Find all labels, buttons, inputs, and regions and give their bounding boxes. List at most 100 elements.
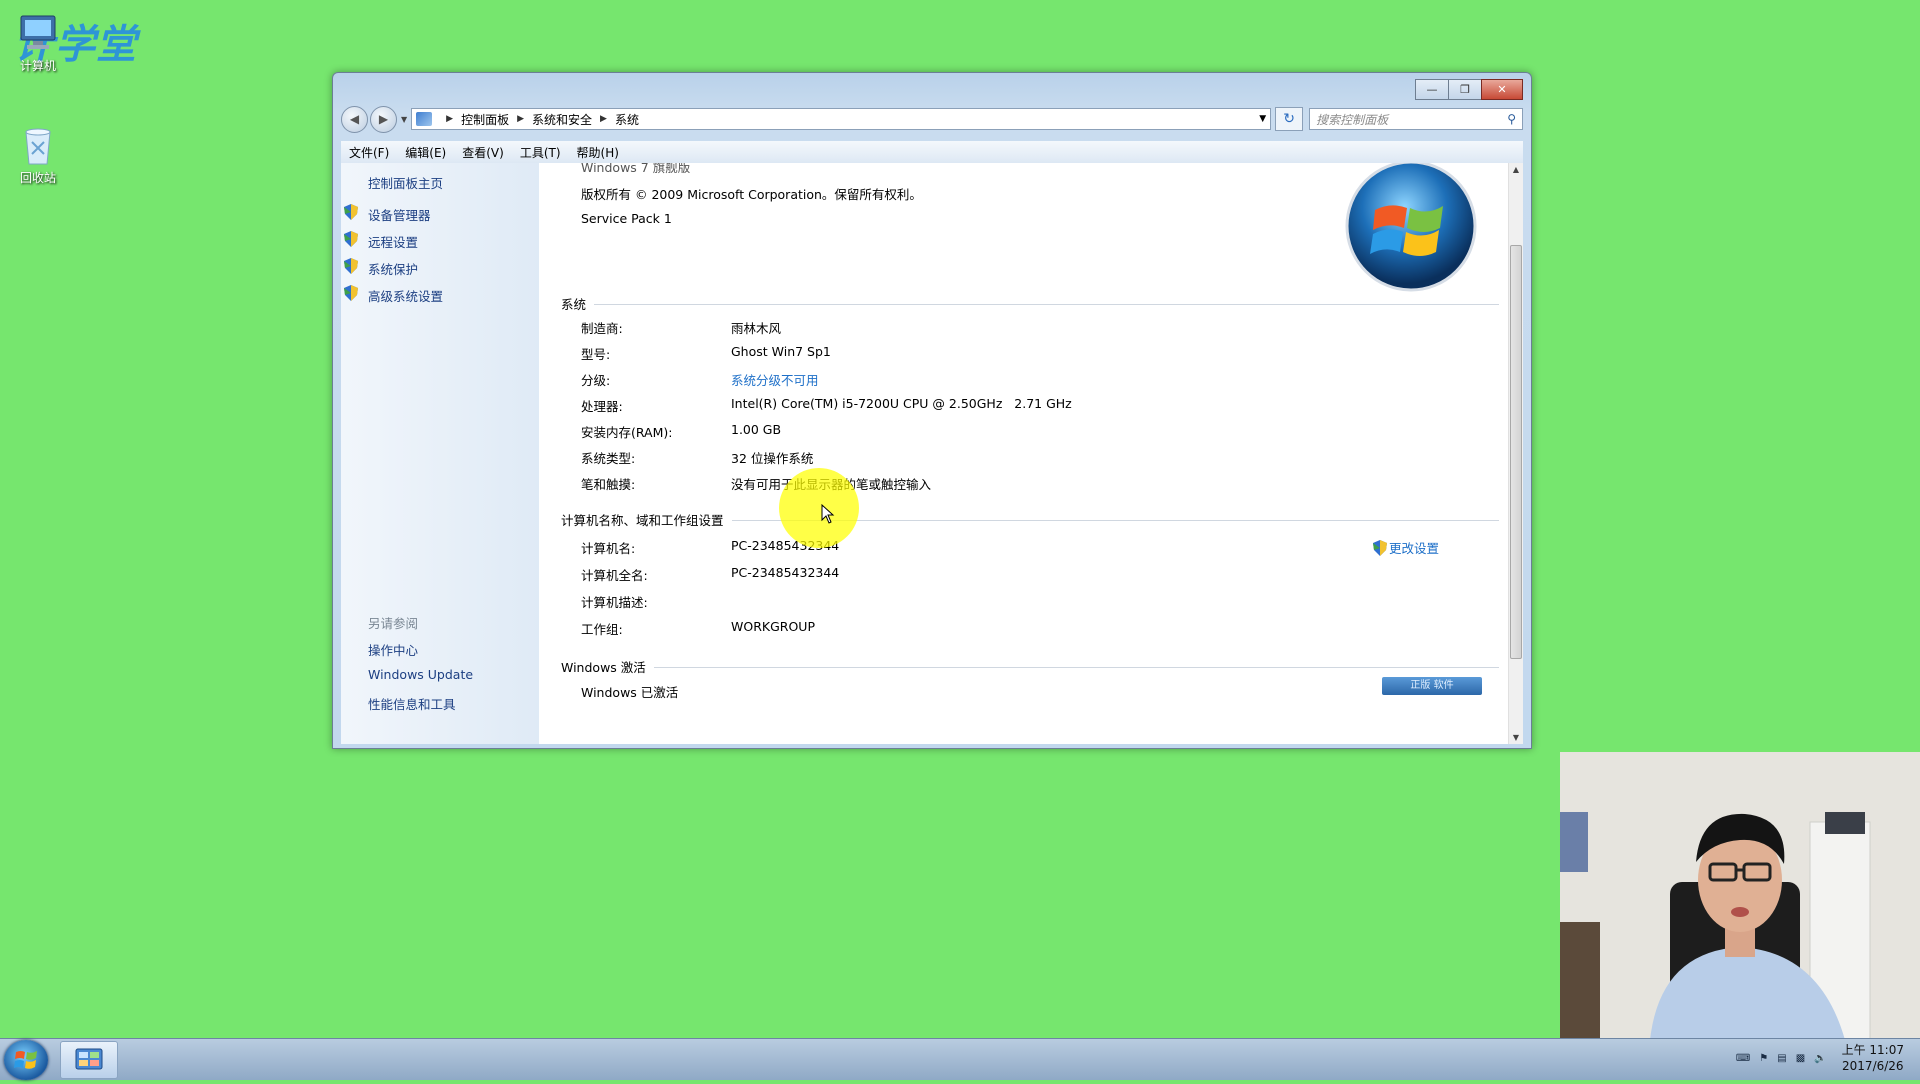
close-button[interactable]: ✕ xyxy=(1481,79,1523,100)
full-computer-name-value: PC-23485432344 xyxy=(731,565,840,580)
system-tray: ⌨ ⚑ ▤ ▩ 🔈 上午 11:07 2017/6/26 xyxy=(1736,1042,1904,1074)
shield-icon xyxy=(344,204,358,220)
volume-icon[interactable]: 🔈 xyxy=(1814,1053,1826,1064)
see-also-heading: 另请参阅 xyxy=(368,616,419,631)
system-type-label: 系统类型: xyxy=(581,451,636,466)
navigation-bar: ◀ ▶ ▼ ▶ 控制面板 ▶ 系统和安全 ▶ 系统 ▼ ↻ 搜索控制面板 ⚲ xyxy=(341,105,1523,133)
shield-icon xyxy=(1373,539,1387,556)
computer-name-label: 计算机名: xyxy=(581,541,636,556)
system-type-value: 32 位操作系统 xyxy=(731,451,814,466)
activation-status: Windows 已激活 xyxy=(581,685,679,700)
system-section-header: 系统 xyxy=(561,294,1499,313)
clock-date: 2017/6/26 xyxy=(1842,1059,1904,1073)
shield-icon xyxy=(344,231,358,247)
refresh-icon: ↻ xyxy=(1283,111,1296,127)
pen-touch-label: 笔和触摸: xyxy=(581,477,636,492)
scroll-down-icon[interactable]: ▼ xyxy=(1509,733,1523,742)
breadcrumb-chevron-icon[interactable]: ▶ xyxy=(600,114,607,124)
maximize-button[interactable]: ❐ xyxy=(1448,79,1482,100)
shield-icon xyxy=(344,258,358,274)
processor-label: 处理器: xyxy=(581,399,623,414)
flag-icon[interactable]: ⚑ xyxy=(1759,1053,1768,1064)
shield-icon xyxy=(344,285,358,301)
breadcrumb-system-security[interactable]: 系统和安全 xyxy=(532,111,592,128)
rating-link[interactable]: 系统分级不可用 xyxy=(731,370,819,389)
system-details-pane: Windows 7 旗舰版 版权所有 © 2009 Microsoft Corp… xyxy=(539,163,1509,744)
system-window: — ❐ ✕ ◀ ▶ ▼ ▶ 控制面板 ▶ 系统和安全 ▶ 系统 ▼ ↻ 搜索控制… xyxy=(332,72,1532,749)
system-protection-link[interactable]: 系统保护 xyxy=(344,258,418,278)
control-panel-icon xyxy=(75,1048,103,1070)
full-computer-name-label: 计算机全名: xyxy=(581,568,648,583)
genuine-software-badge[interactable]: 正版 软件 xyxy=(1382,677,1482,695)
window-content: 控制面板主页 设备管理器 远程设置 系统保护 高级系统设置 另请参阅 操作中心 … xyxy=(341,163,1523,744)
model-label: 型号: xyxy=(581,347,611,362)
recycle-bin-icon xyxy=(17,124,59,166)
windows-logo-icon xyxy=(1345,163,1477,292)
search-placeholder: 搜索控制面板 xyxy=(1316,112,1389,127)
forward-arrow-icon: ▶ xyxy=(378,112,389,126)
scroll-up-icon[interactable]: ▲ xyxy=(1509,165,1523,174)
start-button[interactable] xyxy=(4,1040,48,1080)
computer-name-section-header: 计算机名称、域和工作组设置 xyxy=(561,510,1499,529)
ram-label: 安装内存(RAM): xyxy=(581,425,673,440)
breadcrumb-system[interactable]: 系统 xyxy=(615,111,639,128)
menu-tools[interactable]: 工具(T) xyxy=(512,144,569,161)
model-value: Ghost Win7 Sp1 xyxy=(731,344,831,359)
taskbar-control-panel-button[interactable] xyxy=(60,1041,118,1079)
task-pane: 控制面板主页 设备管理器 远程设置 系统保护 高级系统设置 另请参阅 操作中心 … xyxy=(341,163,539,744)
menu-help[interactable]: 帮助(H) xyxy=(569,144,627,161)
action-center-link[interactable]: 操作中心 xyxy=(368,640,418,659)
remote-settings-link[interactable]: 远程设置 xyxy=(344,231,418,251)
change-settings-link[interactable]: 更改设置 xyxy=(1373,538,1439,557)
minimize-icon: — xyxy=(1426,83,1438,96)
breadcrumb-chevron-icon[interactable]: ▶ xyxy=(446,114,453,124)
network-icon[interactable]: ▩ xyxy=(1796,1053,1805,1064)
menu-bar: 文件(F) 编辑(E) 查看(V) 工具(T) 帮助(H) xyxy=(341,141,1523,164)
webcam-overlay xyxy=(1560,752,1920,1040)
restore-icon: ❐ xyxy=(1460,83,1470,96)
back-arrow-icon: ◀ xyxy=(349,112,360,126)
search-input[interactable]: 搜索控制面板 ⚲ xyxy=(1309,108,1523,130)
device-icon[interactable]: ▤ xyxy=(1777,1053,1786,1064)
minimize-button[interactable]: — xyxy=(1415,79,1449,100)
activation-section-header: Windows 激活 xyxy=(561,657,1499,676)
computer-description-label: 计算机描述: xyxy=(581,595,648,610)
taskbar: ⌨ ⚑ ▤ ▩ 🔈 上午 11:07 2017/6/26 xyxy=(0,1038,1920,1080)
desktop-icon-label: 计算机 xyxy=(19,59,56,73)
workgroup-label: 工作组: xyxy=(581,622,623,637)
keyboard-icon[interactable]: ⌨ xyxy=(1736,1053,1750,1064)
breadcrumb-chevron-icon[interactable]: ▶ xyxy=(517,114,524,124)
desktop-icon-recycle-bin[interactable]: 回收站 xyxy=(0,124,78,186)
forward-button[interactable]: ▶ xyxy=(370,105,397,133)
search-icon[interactable]: ⚲ xyxy=(1507,112,1516,126)
close-icon: ✕ xyxy=(1497,83,1507,96)
menu-edit[interactable]: 编辑(E) xyxy=(397,144,454,161)
clock-time: 上午 11:07 xyxy=(1841,1043,1904,1057)
control-panel-home-link[interactable]: 控制面板主页 xyxy=(368,173,443,192)
processor-value: Intel(R) Core(TM) i5-7200U CPU @ 2.50GHz… xyxy=(731,396,1072,411)
address-dropdown-icon[interactable]: ▼ xyxy=(1259,114,1266,124)
windows-edition: Windows 7 旗舰版 xyxy=(581,163,691,175)
presenter-video-frame xyxy=(1560,752,1920,1040)
advanced-system-settings-link[interactable]: 高级系统设置 xyxy=(344,285,443,305)
breadcrumb-control-panel[interactable]: 控制面板 xyxy=(461,111,509,128)
mouse-pointer-icon xyxy=(821,504,835,524)
rating-label: 分级: xyxy=(581,373,611,388)
menu-file[interactable]: 文件(F) xyxy=(341,144,397,161)
taskbar-clock[interactable]: 上午 11:07 2017/6/26 xyxy=(1842,1042,1904,1074)
desktop-icon-computer[interactable]: 计算机 xyxy=(0,12,78,74)
computer-icon xyxy=(17,12,59,54)
address-bar[interactable]: ▶ 控制面板 ▶ 系统和安全 ▶ 系统 ▼ xyxy=(411,108,1272,130)
refresh-button[interactable]: ↻ xyxy=(1275,107,1304,131)
performance-tools-link[interactable]: 性能信息和工具 xyxy=(368,694,456,713)
vertical-scrollbar[interactable]: ▲ ▼ xyxy=(1508,163,1523,744)
windows-update-link[interactable]: Windows Update xyxy=(368,667,473,682)
device-manager-link[interactable]: 设备管理器 xyxy=(344,204,431,224)
control-panel-icon xyxy=(416,112,433,126)
recent-pages-dropdown-icon[interactable]: ▼ xyxy=(401,115,407,124)
windows-start-icon xyxy=(14,1051,37,1069)
menu-view[interactable]: 查看(V) xyxy=(454,144,512,161)
scrollbar-thumb[interactable] xyxy=(1510,245,1522,659)
back-button[interactable]: ◀ xyxy=(341,105,368,133)
manufacturer-label: 制造商: xyxy=(581,321,623,336)
